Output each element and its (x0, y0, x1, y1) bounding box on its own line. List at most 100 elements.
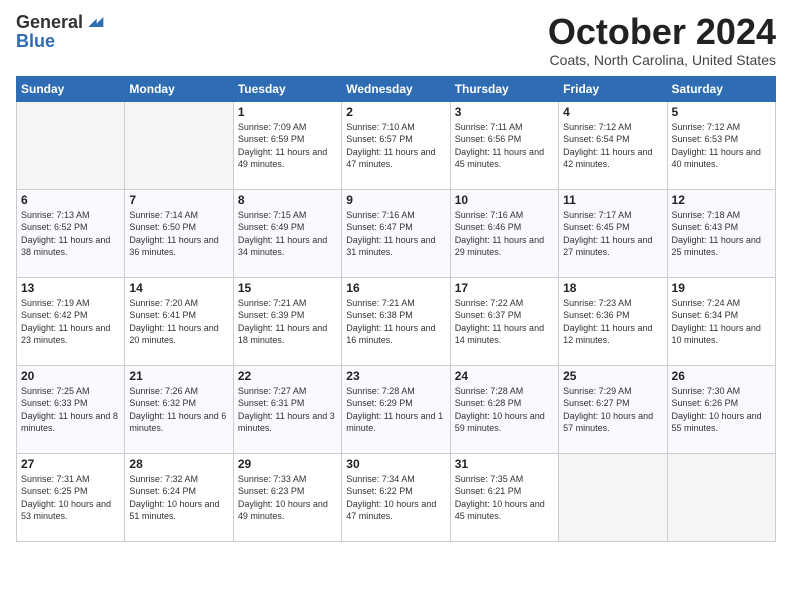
day-number: 21 (129, 369, 228, 383)
day-number: 20 (21, 369, 120, 383)
day-number: 15 (238, 281, 337, 295)
day-info: Sunrise: 7:33 AM Sunset: 6:23 PM Dayligh… (238, 473, 337, 523)
day-number: 3 (455, 105, 554, 119)
day-cell: 12 Sunrise: 7:18 AM Sunset: 6:43 PM Dayli… (667, 189, 775, 277)
day-cell: 24Sunrise: 7:28 AM Sunset: 6:28 PM Dayli… (450, 365, 558, 453)
day-cell: 26Sunrise: 7:30 AM Sunset: 6:26 PM Dayli… (667, 365, 775, 453)
day-cell: 28 Sunrise: 7:32 AM Sunset: 6:24 PM Dayli… (125, 453, 233, 541)
day-number: 5 (672, 105, 771, 119)
day-info: Sunrise: 7:18 AM Sunset: 6:43 PM Dayligh… (672, 209, 771, 259)
weekday-header-wednesday: Wednesday (342, 76, 450, 101)
day-number: 18 (563, 281, 662, 295)
title-area: October 2024 Coats, North Carolina, Unit… (548, 12, 776, 68)
day-cell: 7Sunrise: 7:14 AM Sunset: 6:50 PM Daylig… (125, 189, 233, 277)
week-row-5: 27 Sunrise: 7:31 AM Sunset: 6:25 PM Dayli… (17, 453, 776, 541)
day-info: Sunrise: 7:23 AM Sunset: 6:36 PM Dayligh… (563, 297, 662, 347)
day-cell: 20 Sunrise: 7:25 AM Sunset: 6:33 PM Dayli… (17, 365, 125, 453)
day-number: 23 (346, 369, 445, 383)
day-cell: 23 Sunrise: 7:28 AM Sunset: 6:29 PM Dayli… (342, 365, 450, 453)
day-number: 28 (129, 457, 228, 471)
day-cell: 15 Sunrise: 7:21 AM Sunset: 6:39 PM Dayli… (233, 277, 341, 365)
day-cell: 21 Sunrise: 7:26 AM Sunset: 6:32 PM Dayli… (125, 365, 233, 453)
day-number: 6 (21, 193, 120, 207)
day-cell: 13Sunrise: 7:19 AM Sunset: 6:42 PM Dayli… (17, 277, 125, 365)
weekday-header-saturday: Saturday (667, 76, 775, 101)
day-cell: 31Sunrise: 7:35 AM Sunset: 6:21 PM Dayli… (450, 453, 558, 541)
day-cell: 9 Sunrise: 7:16 AM Sunset: 6:47 PM Daylig… (342, 189, 450, 277)
day-info: Sunrise: 7:13 AM Sunset: 6:52 PM Dayligh… (21, 209, 120, 259)
location: Coats, North Carolina, United States (548, 52, 776, 68)
month-title: October 2024 (548, 12, 776, 52)
day-cell: 19Sunrise: 7:24 AM Sunset: 6:34 PM Dayli… (667, 277, 775, 365)
day-number: 9 (346, 193, 445, 207)
calendar: SundayMondayTuesdayWednesdayThursdayFrid… (16, 76, 776, 542)
day-number: 12 (672, 193, 771, 207)
day-cell: 1 Sunrise: 7:09 AM Sunset: 6:59 PM Daylig… (233, 101, 341, 189)
day-cell: 30Sunrise: 7:34 AM Sunset: 6:22 PM Dayli… (342, 453, 450, 541)
day-info: Sunrise: 7:17 AM Sunset: 6:45 PM Dayligh… (563, 209, 662, 259)
day-cell: 16 Sunrise: 7:21 AM Sunset: 6:38 PM Dayli… (342, 277, 450, 365)
day-info: Sunrise: 7:29 AM Sunset: 6:27 PM Dayligh… (563, 385, 662, 435)
day-info: Sunrise: 7:12 AM Sunset: 6:54 PM Dayligh… (563, 121, 662, 171)
day-cell: 4 Sunrise: 7:12 AM Sunset: 6:54 PM Daylig… (559, 101, 667, 189)
day-number: 8 (238, 193, 337, 207)
day-cell: 6 Sunrise: 7:13 AM Sunset: 6:52 PM Daylig… (17, 189, 125, 277)
day-info: Sunrise: 7:09 AM Sunset: 6:59 PM Dayligh… (238, 121, 337, 171)
day-cell: 11 Sunrise: 7:17 AM Sunset: 6:45 PM Dayli… (559, 189, 667, 277)
week-row-4: 20 Sunrise: 7:25 AM Sunset: 6:33 PM Dayli… (17, 365, 776, 453)
day-info: Sunrise: 7:16 AM Sunset: 6:47 PM Dayligh… (346, 209, 445, 259)
day-info: Sunrise: 7:31 AM Sunset: 6:25 PM Dayligh… (21, 473, 120, 523)
day-number: 29 (238, 457, 337, 471)
day-info: Sunrise: 7:19 AM Sunset: 6:42 PM Dayligh… (21, 297, 120, 347)
day-cell: 2Sunrise: 7:10 AM Sunset: 6:57 PM Daylig… (342, 101, 450, 189)
day-number: 22 (238, 369, 337, 383)
day-info: Sunrise: 7:27 AM Sunset: 6:31 PM Dayligh… (238, 385, 337, 435)
day-number: 11 (563, 193, 662, 207)
day-info: Sunrise: 7:26 AM Sunset: 6:32 PM Dayligh… (129, 385, 228, 435)
weekday-header-sunday: Sunday (17, 76, 125, 101)
day-info: Sunrise: 7:25 AM Sunset: 6:33 PM Dayligh… (21, 385, 120, 435)
logo-blue: Blue (16, 31, 105, 52)
logo: General Blue (16, 12, 105, 52)
day-number: 10 (455, 193, 554, 207)
day-info: Sunrise: 7:28 AM Sunset: 6:28 PM Dayligh… (455, 385, 554, 435)
day-cell: 5 Sunrise: 7:12 AM Sunset: 6:53 PM Daylig… (667, 101, 775, 189)
day-number: 4 (563, 105, 662, 119)
day-info: Sunrise: 7:10 AM Sunset: 6:57 PM Dayligh… (346, 121, 445, 171)
day-info: Sunrise: 7:15 AM Sunset: 6:49 PM Dayligh… (238, 209, 337, 259)
logo-arrow-icon (85, 12, 105, 32)
day-info: Sunrise: 7:21 AM Sunset: 6:39 PM Dayligh… (238, 297, 337, 347)
day-info: Sunrise: 7:22 AM Sunset: 6:37 PM Dayligh… (455, 297, 554, 347)
day-info: Sunrise: 7:12 AM Sunset: 6:53 PM Dayligh… (672, 121, 771, 171)
day-info: Sunrise: 7:34 AM Sunset: 6:22 PM Dayligh… (346, 473, 445, 523)
day-cell: 8 Sunrise: 7:15 AM Sunset: 6:49 PM Daylig… (233, 189, 341, 277)
day-info: Sunrise: 7:28 AM Sunset: 6:29 PM Dayligh… (346, 385, 445, 435)
day-info: Sunrise: 7:11 AM Sunset: 6:56 PM Dayligh… (455, 121, 554, 171)
day-number: 17 (455, 281, 554, 295)
day-number: 14 (129, 281, 228, 295)
day-cell: 14Sunrise: 7:20 AM Sunset: 6:41 PM Dayli… (125, 277, 233, 365)
weekday-header-row: SundayMondayTuesdayWednesdayThursdayFrid… (17, 76, 776, 101)
day-cell: 3 Sunrise: 7:11 AM Sunset: 6:56 PM Daylig… (450, 101, 558, 189)
day-cell: 29 Sunrise: 7:33 AM Sunset: 6:23 PM Dayli… (233, 453, 341, 541)
day-number: 25 (563, 369, 662, 383)
weekday-header-thursday: Thursday (450, 76, 558, 101)
day-cell: 27 Sunrise: 7:31 AM Sunset: 6:25 PM Dayli… (17, 453, 125, 541)
day-cell (17, 101, 125, 189)
weekday-header-friday: Friday (559, 76, 667, 101)
day-info: Sunrise: 7:21 AM Sunset: 6:38 PM Dayligh… (346, 297, 445, 347)
day-number: 1 (238, 105, 337, 119)
day-cell: 18 Sunrise: 7:23 AM Sunset: 6:36 PM Dayli… (559, 277, 667, 365)
day-cell: 10 Sunrise: 7:16 AM Sunset: 6:46 PM Dayli… (450, 189, 558, 277)
day-info: Sunrise: 7:14 AM Sunset: 6:50 PM Dayligh… (129, 209, 228, 259)
day-info: Sunrise: 7:32 AM Sunset: 6:24 PM Dayligh… (129, 473, 228, 523)
day-cell: 22 Sunrise: 7:27 AM Sunset: 6:31 PM Dayli… (233, 365, 341, 453)
week-row-2: 6 Sunrise: 7:13 AM Sunset: 6:52 PM Daylig… (17, 189, 776, 277)
day-info: Sunrise: 7:16 AM Sunset: 6:46 PM Dayligh… (455, 209, 554, 259)
day-info: Sunrise: 7:35 AM Sunset: 6:21 PM Dayligh… (455, 473, 554, 523)
day-cell: 17 Sunrise: 7:22 AM Sunset: 6:37 PM Dayli… (450, 277, 558, 365)
day-number: 27 (21, 457, 120, 471)
day-number: 16 (346, 281, 445, 295)
day-cell (125, 101, 233, 189)
day-info: Sunrise: 7:24 AM Sunset: 6:34 PM Dayligh… (672, 297, 771, 347)
